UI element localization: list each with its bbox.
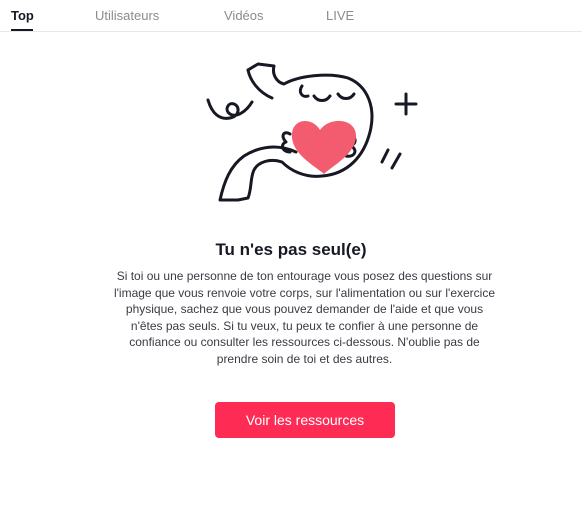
active-tab-indicator bbox=[11, 29, 33, 31]
search-tabs: Top Utilisateurs Vidéos LIVE bbox=[0, 0, 582, 32]
stomach-with-heart-icon bbox=[206, 62, 418, 202]
tab-videos[interactable]: Vidéos bbox=[224, 8, 264, 24]
tab-users[interactable]: Utilisateurs bbox=[95, 8, 159, 24]
support-message: Si toi ou une personne de ton entourage … bbox=[113, 269, 496, 366]
view-resources-button[interactable]: Voir les ressources bbox=[215, 402, 395, 438]
tab-top[interactable]: Top bbox=[11, 8, 34, 24]
support-title: Tu n'es pas seul(e) bbox=[215, 240, 367, 259]
tab-live[interactable]: LIVE bbox=[326, 8, 354, 24]
